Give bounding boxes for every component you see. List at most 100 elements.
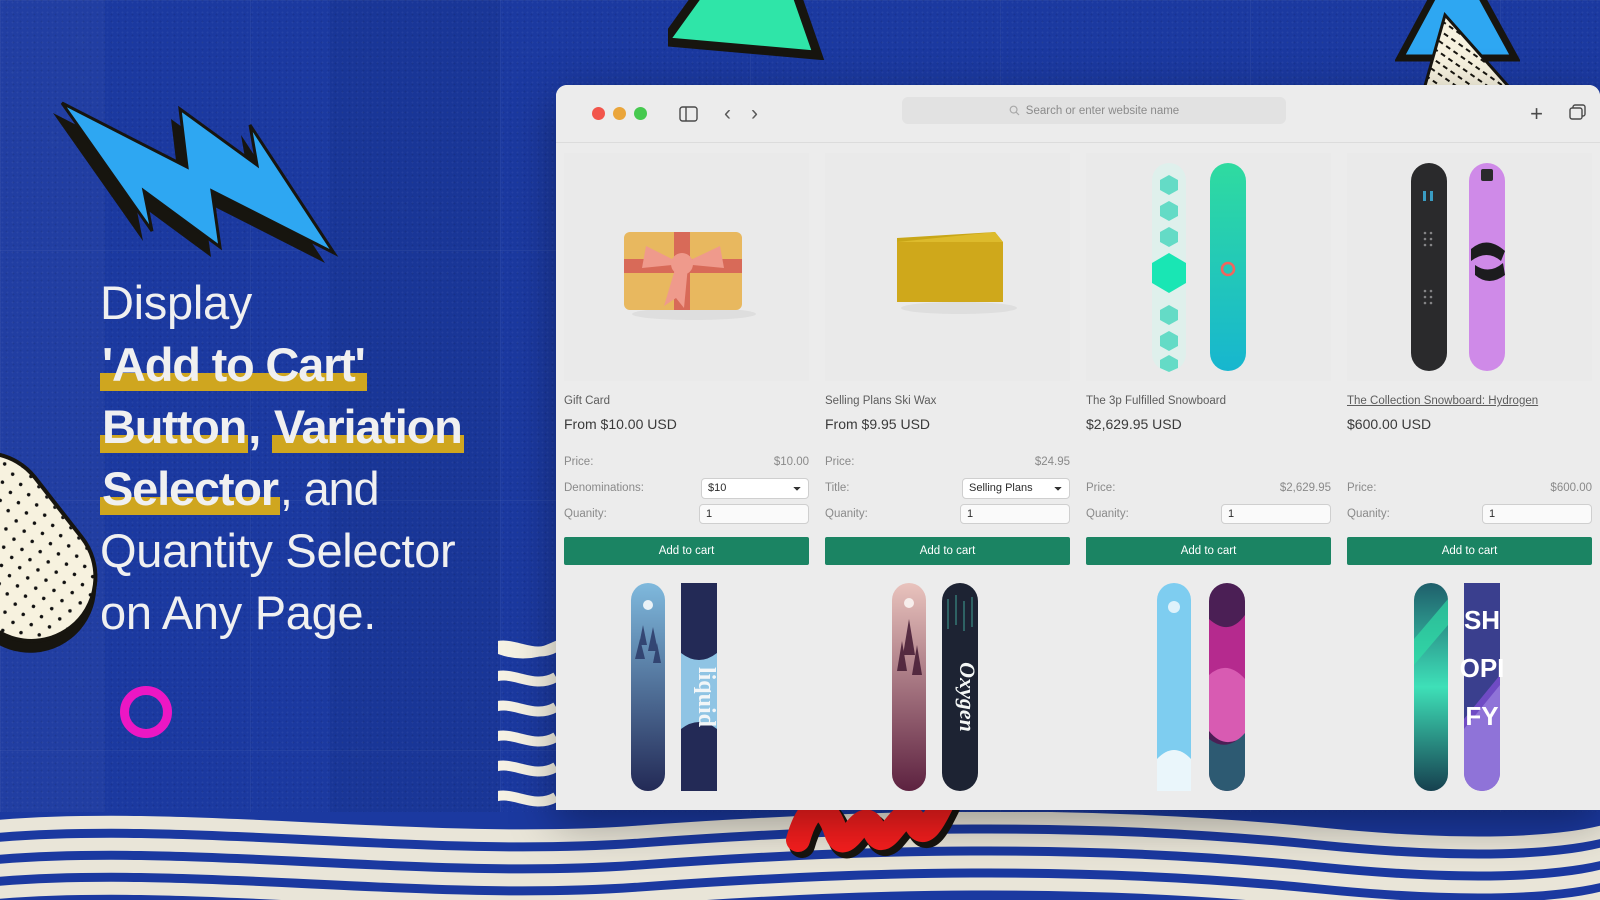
product-card	[1078, 579, 1339, 810]
sidebar-toggle-icon[interactable]	[679, 105, 698, 122]
price-value: $24.95	[1034, 456, 1070, 468]
price-value: $10.00	[773, 456, 809, 468]
quantity-label: Quanity:	[564, 508, 607, 520]
variant-row: Denominations: $10	[564, 475, 809, 501]
quantity-label: Quanity:	[1347, 508, 1390, 520]
product-form: Price: $2,629.95 Quanity: Add to cart	[1086, 449, 1331, 565]
product-image[interactable]	[1086, 579, 1331, 810]
new-tab-button[interactable]: +	[1530, 103, 1543, 125]
search-icon	[1009, 105, 1020, 116]
maximize-window-button[interactable]	[634, 107, 647, 120]
product-title[interactable]: Selling Plans Ski Wax	[825, 395, 1070, 407]
product-card: Oxygen The Collection Snowboard: Oxygen	[817, 579, 1078, 810]
product-card: The 3p Fulfilled Snowboard $2,629.95 USD…	[1078, 153, 1339, 565]
close-window-button[interactable]	[592, 107, 605, 120]
product-card: SH OPI FY The Complete Snowboard	[1339, 579, 1600, 810]
headline-highlight-button: Button	[100, 400, 249, 454]
product-image[interactable]: liquid	[564, 579, 809, 810]
product-form: Price: $600.00 Quanity: Add to cart	[1347, 449, 1592, 565]
product-form: Price: $24.95 Title: Selling Plans Quani…	[825, 449, 1070, 565]
product-title[interactable]: The Collection Snowboard: Hydrogen	[1347, 395, 1592, 407]
variant-select[interactable]: $10	[701, 477, 809, 499]
teal-snowboard-pair-image	[1151, 163, 1246, 372]
headline-line-1: Display	[100, 276, 253, 329]
blue-magenta-snowboard-pair-image	[1156, 583, 1245, 791]
price-label: Price:	[825, 456, 855, 468]
svg-text:FY: FY	[1465, 701, 1498, 731]
headline-highlight-add-to-cart: 'Add to Cart'	[100, 338, 367, 392]
browser-toolbar: ‹ › Search or enter website name +	[556, 85, 1600, 143]
add-to-cart-button[interactable]: Add to cart	[564, 537, 809, 565]
gift-card-image	[623, 232, 756, 320]
headline-highlight-variation: Variation	[271, 400, 464, 454]
price-label: Price:	[1086, 482, 1116, 494]
product-price: From $9.95 USD	[825, 416, 931, 432]
price-value: $2,629.95	[1279, 482, 1331, 494]
product-card: liquid The Collection Snowboard: Liquid	[556, 579, 817, 810]
product-image[interactable]	[825, 153, 1070, 381]
product-image[interactable]: Oxygen	[825, 579, 1070, 810]
traffic-lights	[592, 107, 647, 120]
headline-comma: ,	[248, 400, 272, 454]
svg-text:liquid: liquid	[693, 667, 719, 728]
address-bar[interactable]: Search or enter website name	[902, 97, 1286, 124]
price-label: Price:	[1347, 482, 1377, 494]
forward-button[interactable]: ›	[751, 103, 758, 124]
add-to-cart-button[interactable]: Add to cart	[1086, 537, 1331, 565]
quantity-label: Quanity:	[1086, 508, 1129, 520]
price-row: Price: $2,629.95	[1086, 475, 1331, 501]
headline-line-2: 'Add to Cart'	[100, 334, 570, 396]
back-button[interactable]: ‹	[724, 103, 731, 124]
headline-line-6: on Any Page.	[100, 586, 377, 640]
add-to-cart-button[interactable]: Add to cart	[825, 537, 1070, 565]
headline-line-3: Button, Variation	[100, 396, 570, 458]
shopify-snowboard-pair-image: SH OPI FY	[1413, 583, 1504, 791]
quantity-row: Quanity:	[1086, 501, 1331, 527]
variant-select[interactable]: Selling Plans	[962, 477, 1070, 499]
address-bar-placeholder: Search or enter website name	[1025, 104, 1180, 117]
toolbar-right-actions: +	[1530, 85, 1586, 143]
oxygen-snowboard-pair-image: Oxygen	[891, 583, 980, 791]
product-card: Gift Card From $10.00 USD Price: $10.00 …	[556, 153, 817, 565]
mint-triangle-icon	[655, 0, 833, 61]
product-grid-row-1: Gift Card From $10.00 USD Price: $10.00 …	[556, 153, 1600, 565]
quantity-input[interactable]	[699, 504, 809, 524]
price-row: Price: $10.00	[564, 449, 809, 475]
product-form: Price: $10.00 Denominations: $10 Quanity…	[564, 449, 809, 565]
svg-text:SH: SH	[1463, 605, 1499, 635]
variant-label: Denominations:	[564, 482, 644, 494]
headline-line-5: Quantity Selector	[100, 524, 456, 578]
price-row: Price: $600.00	[1347, 475, 1592, 501]
svg-text:OPI: OPI	[1459, 653, 1504, 683]
add-to-cart-button[interactable]: Add to cart	[1347, 537, 1592, 565]
product-card: Selling Plans Ski Wax From $9.95 USD Pri…	[817, 153, 1078, 565]
product-image[interactable]	[1086, 153, 1331, 381]
product-price: $600.00 USD	[1347, 416, 1432, 432]
product-card: The Collection Snowboard: Hydrogen $600.…	[1339, 153, 1600, 565]
quantity-row: Quanity:	[1347, 501, 1592, 527]
variant-row: Title: Selling Plans	[825, 475, 1070, 501]
quantity-input[interactable]	[1221, 504, 1331, 524]
price-value: $600.00	[1550, 482, 1592, 494]
quantity-label: Quanity:	[825, 508, 868, 520]
black-purple-snowboard-pair-image	[1410, 163, 1505, 371]
product-image[interactable]	[564, 153, 809, 381]
quantity-input[interactable]	[960, 504, 1070, 524]
variant-label: Title:	[825, 482, 850, 494]
quantity-input[interactable]	[1482, 504, 1592, 524]
tab-overview-icon[interactable]	[1569, 103, 1586, 125]
svg-text:Oxygen: Oxygen	[955, 662, 980, 732]
product-title[interactable]: The 3p Fulfilled Snowboard	[1086, 395, 1331, 407]
headline-and: , and	[279, 462, 380, 516]
product-image[interactable]: SH OPI FY	[1347, 579, 1592, 810]
headline-highlight-selector: Selector	[100, 462, 280, 516]
spacer-row	[1086, 449, 1331, 475]
minimize-window-button[interactable]	[613, 107, 626, 120]
navigation-arrows: ‹ ›	[724, 103, 758, 124]
quantity-row: Quanity:	[825, 501, 1070, 527]
product-title[interactable]: Gift Card	[564, 395, 809, 407]
product-price: $2,629.95 USD	[1086, 416, 1182, 432]
magenta-ring-icon	[120, 686, 172, 738]
product-image[interactable]	[1347, 153, 1592, 381]
store-page-content: Gift Card From $10.00 USD Price: $10.00 …	[556, 143, 1600, 810]
